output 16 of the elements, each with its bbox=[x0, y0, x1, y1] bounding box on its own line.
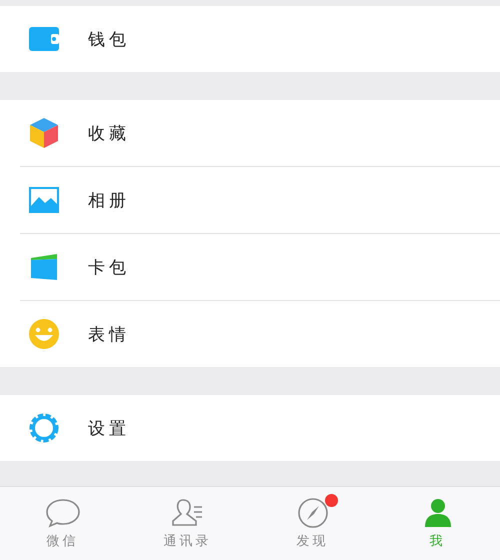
menu-row[interactable]: 钱包 bbox=[0, 6, 500, 72]
cube-icon bbox=[27, 116, 61, 150]
settings-icon bbox=[27, 411, 61, 445]
menu-label: 钱包 bbox=[88, 28, 130, 50]
menu-label: 设置 bbox=[88, 418, 130, 440]
smiley-icon bbox=[27, 317, 61, 351]
menu-row[interactable]: 收藏 bbox=[0, 100, 500, 166]
chat-bubble-icon bbox=[44, 497, 80, 529]
menu-label: 收藏 bbox=[88, 122, 130, 144]
menu-label: 相册 bbox=[88, 190, 130, 212]
menu-row[interactable]: 相册 bbox=[20, 166, 500, 233]
menu-row[interactable]: 卡包 bbox=[20, 233, 500, 300]
menu-row[interactable]: 设置 bbox=[0, 395, 500, 461]
menu-label: 表情 bbox=[88, 324, 130, 346]
menu-label: 卡包 bbox=[88, 256, 130, 278]
menu-row[interactable]: 表情 bbox=[20, 300, 500, 367]
